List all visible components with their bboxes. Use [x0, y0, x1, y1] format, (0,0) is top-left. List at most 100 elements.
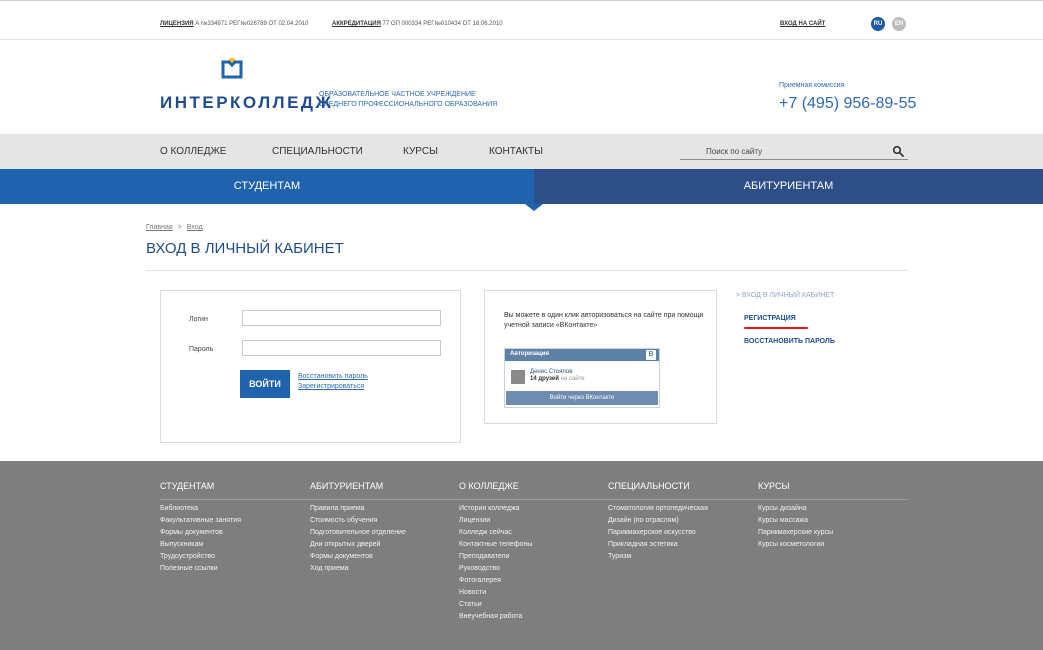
side-menu-item-registration[interactable]: РЕГИСТРАЦИЯ	[744, 315, 796, 322]
accreditation-info: АККРЕДИТАЦИЯ 77 ОП 000334 РЕГ№010434 ОТ …	[332, 21, 503, 27]
license-info: ЛИЦЕНЗИЯ А №334971 РЕГ№026789 ОТ 02.04.2…	[160, 21, 309, 27]
page: ЛИЦЕНЗИЯ А №334971 РЕГ№026789 ОТ 02.04.2…	[0, 0, 1043, 650]
footer-link[interactable]: Курсы дизайна	[758, 503, 900, 515]
vk-friends-count: 14 друзей	[530, 376, 559, 382]
vk-widget-title: Авторизация	[510, 351, 549, 357]
footer-link[interactable]: Стоматология ортопедическая	[608, 503, 750, 515]
license-link[interactable]: ЛИЦЕНЗИЯ	[160, 21, 194, 27]
footer-link[interactable]: Дни открытых дверей	[310, 539, 452, 551]
tab-applicants[interactable]: АБИТУРИЕНТАМ	[534, 169, 1043, 204]
footer-column-about: О КОЛЛЕДЖЕ История колледжа Лицензии Кол…	[459, 481, 601, 623]
search-input[interactable]	[706, 143, 886, 159]
vk-friends-info: 14 друзей на сайте	[530, 376, 585, 382]
footer-column-title[interactable]: СПЕЦИАЛЬНОСТИ	[608, 481, 750, 497]
tab-students[interactable]: СТУДЕНТАМ	[0, 169, 534, 204]
license-text: А №334971 РЕГ№026789 ОТ 02.04.2010	[193, 21, 309, 27]
footer-link[interactable]: История колледжа	[459, 503, 601, 515]
footer-link[interactable]: Формы документов	[310, 551, 452, 563]
footer-link[interactable]: Трудоустройство	[160, 551, 302, 563]
admission-phone[interactable]: +7 (495) 956-89-55	[779, 95, 916, 113]
vk-user-avatar	[511, 370, 525, 384]
side-menu-item-cabinet-label: ВХОД В ЛИЧНЫЙ КАБИНЕТ	[742, 292, 835, 299]
logo-icon[interactable]	[221, 57, 243, 79]
footer-link[interactable]: Парикмахерское искусство	[608, 527, 750, 539]
login-input[interactable]	[242, 310, 441, 326]
accreditation-text: 77 ОП 000334 РЕГ№010434 ОТ 18.06.2010	[380, 21, 503, 27]
footer-column-title[interactable]: СТУДЕНТАМ	[160, 481, 302, 497]
footer-column-applicants: АБИТУРИЕНТАМ Правила приема Стоимость об…	[310, 481, 452, 575]
footer-column-title[interactable]: КУРСЫ	[758, 481, 900, 497]
password-label: Пароль	[189, 346, 214, 353]
footer-link[interactable]: Прикладная эстетика	[608, 539, 750, 551]
footer-link[interactable]: Библиотека	[160, 503, 302, 515]
footer-column-students: СТУДЕНТАМ Библиотека Факультативные заня…	[160, 481, 302, 575]
footer-link[interactable]: Колледж сейчас	[459, 527, 601, 539]
lang-ru-button[interactable]: RU	[871, 17, 885, 31]
breadcrumb-current[interactable]: Вход	[187, 224, 203, 231]
footer-link[interactable]: Полезные ссылки	[160, 563, 302, 575]
footer-link[interactable]: Контактные телефоны	[459, 539, 601, 551]
footer-link[interactable]: Выпускникам	[160, 539, 302, 551]
page-title: ВХОД В ЛИЧНЫЙ КАБИНЕТ	[146, 240, 344, 257]
footer-link[interactable]: Туризм	[608, 551, 750, 563]
footer-column-title[interactable]: О КОЛЛЕДЖЕ	[459, 481, 601, 497]
footer-link[interactable]: Внеучебная работа	[459, 611, 601, 623]
footer-column-title[interactable]: АБИТУРИЕНТАМ	[310, 481, 452, 497]
breadcrumb-home-link[interactable]: Главная	[146, 224, 173, 231]
logo-text[interactable]: ИНТЕРКОЛЛЕДЖ	[160, 93, 333, 113]
footer-link[interactable]: Формы документов	[160, 527, 302, 539]
org-description-line2: СРЕДНЕГО ПРОФЕССИОНАЛЬНОГО ОБРАЗОВАНИЯ	[319, 101, 498, 108]
footer-link[interactable]: Парикмахерские курсы	[758, 527, 900, 539]
footer-column-courses: КУРСЫ Курсы дизайна Курсы массажа Парикм…	[758, 481, 900, 551]
password-input[interactable]	[242, 340, 441, 356]
nav-item-courses[interactable]: КУРСЫ	[403, 146, 438, 157]
org-description: ОБРАЗОВАТЕЛЬНОЕ ЧАСТНОЕ УЧРЕЖДЕНИЕ СРЕДН…	[319, 90, 497, 110]
nav-item-about[interactable]: О КОЛЛЕДЖЕ	[160, 146, 226, 157]
audience-tabs: СТУДЕНТАМ АБИТУРИЕНТАМ	[0, 169, 1043, 211]
vk-login-button[interactable]: Войти через ВКонтакте	[506, 391, 658, 405]
license-bar: ЛИЦЕНЗИЯ А №334971 РЕГ№026789 ОТ 02.04.2…	[160, 17, 908, 31]
vk-friends-suffix: на сайте	[558, 376, 585, 382]
footer-link[interactable]: Правила приема	[310, 503, 452, 515]
registration-underline-annotation	[744, 327, 808, 329]
register-link[interactable]: Зарегистрироваться	[298, 383, 364, 390]
footer-link[interactable]: Подготовительное отделение	[310, 527, 452, 539]
vk-widget-header: Авторизация B	[505, 349, 659, 361]
footer-link[interactable]: Факультативные занятия	[160, 515, 302, 527]
lang-en-button[interactable]: EN	[892, 17, 906, 31]
side-menu-item-restore[interactable]: ВОССТАНОВИТЬ ПАРОЛЬ	[744, 338, 835, 345]
footer-link[interactable]: Лицензии	[459, 515, 601, 527]
vk-widget: Авторизация B Денис Стоялов 14 друзей на…	[504, 348, 660, 408]
nav-item-contacts[interactable]: КОНТАКТЫ	[489, 146, 543, 157]
footer-link[interactable]: Дизайн (по отраслям)	[608, 515, 750, 527]
side-menu-item-cabinet[interactable]: > ВХОД В ЛИЧНЫЙ КАБИНЕТ	[736, 292, 834, 299]
login-label: Логин	[189, 316, 208, 323]
login-form: Логин Пароль ВОЙТИ Восстановить пароль З…	[160, 290, 461, 443]
site-login-link[interactable]: ВХОД НА САЙТ	[780, 21, 825, 27]
footer-link[interactable]: Статьи	[459, 599, 601, 611]
breadcrumb-separator: >	[177, 224, 182, 231]
admission-label: Приемная комиссия	[779, 82, 845, 89]
footer-link[interactable]: Стоимость обучения	[310, 515, 452, 527]
vk-auth-text: Вы можете в один клик авторизоваться на …	[504, 312, 704, 329]
main-nav: О КОЛЛЕДЖЕ СПЕЦИАЛЬНОСТИ КУРСЫ КОНТАКТЫ	[0, 134, 1043, 169]
top-border	[0, 0, 1043, 1]
restore-password-link[interactable]: Восстановить пароль	[298, 373, 368, 380]
nav-item-specialties[interactable]: СПЕЦИАЛЬНОСТИ	[272, 146, 363, 157]
accreditation-link[interactable]: АККРЕДИТАЦИЯ	[332, 21, 381, 27]
login-button[interactable]: ВОЙТИ	[240, 370, 290, 398]
search-icon[interactable]	[892, 145, 904, 157]
footer-link[interactable]: Ход приема	[310, 563, 452, 575]
footer-column-specialties: СПЕЦИАЛЬНОСТИ Стоматология ортопедическа…	[608, 481, 750, 563]
footer-link[interactable]: Курсы массажа	[758, 515, 900, 527]
vk-auth-panel: Вы можете в один клик авторизоваться на …	[484, 290, 717, 424]
footer-link[interactable]: Фотогалерея	[459, 575, 601, 587]
footer-link[interactable]: Преподаватели	[459, 551, 601, 563]
vk-user-name[interactable]: Денис Стоялов	[530, 369, 572, 375]
footer-link[interactable]: Руководство	[459, 563, 601, 575]
title-divider	[146, 270, 908, 271]
vk-logo-icon: B	[646, 350, 656, 360]
footer-link[interactable]: Курсы косметологии	[758, 539, 900, 551]
footer-link[interactable]: Новости	[459, 587, 601, 599]
active-tab-pointer	[525, 204, 543, 211]
